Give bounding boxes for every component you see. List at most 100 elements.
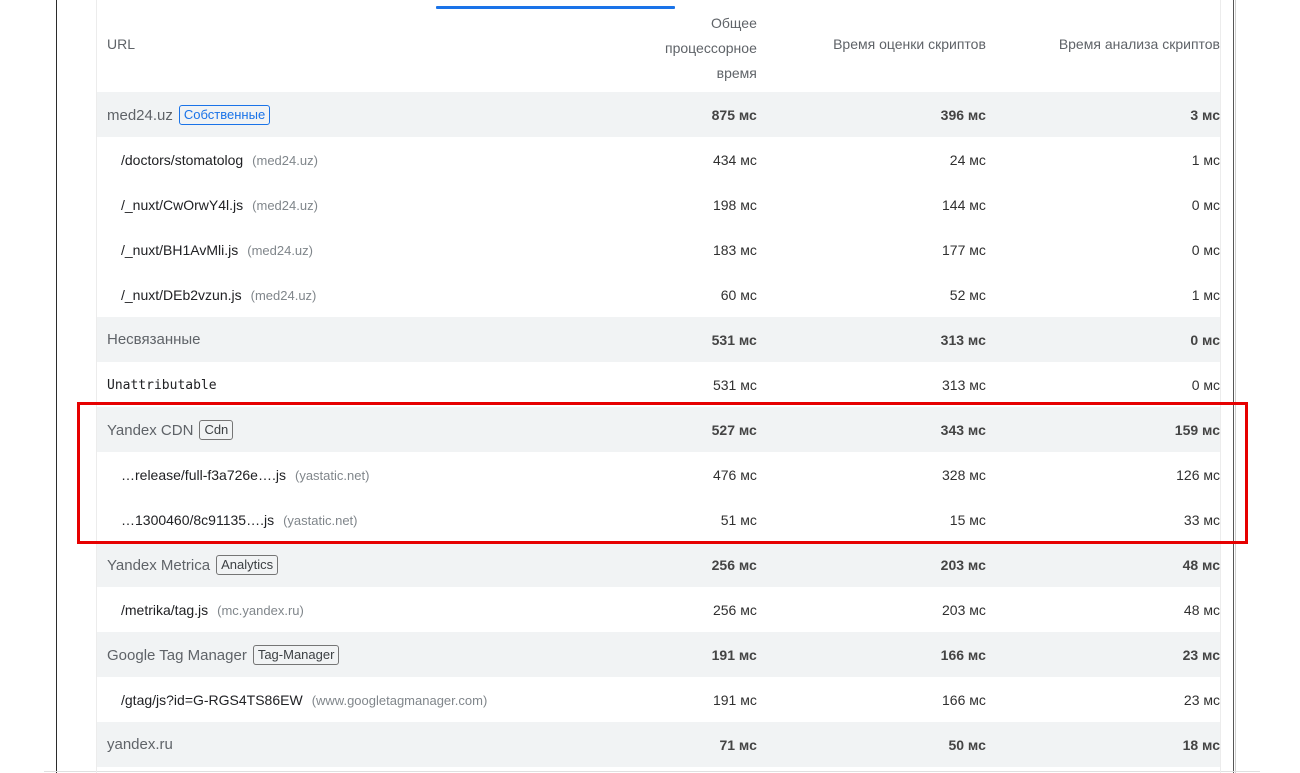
group-name: med24.uz (107, 106, 173, 124)
total-cpu-time-cell: 71 мс (636, 722, 757, 767)
script-evaluation-cell: 177 мс (756, 227, 986, 272)
resource-path[interactable]: /doctors/stomatolog (121, 152, 243, 168)
resource-host: (www.googletagmanager.com) (311, 692, 488, 708)
column-header-url: URL (107, 36, 136, 52)
total-cpu-time-cell: 256 мс (636, 587, 757, 632)
script-parse-cell: 0 мс (985, 362, 1220, 407)
total-cpu-time-cell: 476 мс (636, 452, 757, 497)
table-body: med24.uz Собственные 875 мс 396 мс 3 мс /… (97, 92, 1220, 767)
column-header-script-parse: Время анализа скриптов (1058, 36, 1220, 52)
resource-host: (yastatic.net) (294, 467, 370, 483)
resource-path[interactable]: /_nuxt/CwOrwY4l.js (121, 197, 243, 213)
resource-path[interactable]: …1300460/8c91135….js (121, 512, 274, 528)
entity-group-row: Yandex CDN Cdn 527 мс 343 мс 159 мс (97, 407, 1220, 452)
script-evaluation-cell: 166 мс (756, 677, 986, 722)
script-evaluation-cell: 24 мс (756, 137, 986, 182)
group-name: Yandex Metrica (107, 556, 211, 574)
column-header-total-cpu-line2: процессорное (665, 39, 757, 56)
total-cpu-time-cell: 531 мс (636, 317, 757, 362)
entity-category-badge: Tag-Manager (252, 644, 340, 665)
script-evaluation-cell: 203 мс (756, 542, 986, 587)
script-evaluation-cell: 15 мс (756, 497, 986, 542)
entity-group-row: med24.uz Собственные 875 мс 396 мс 3 мс (97, 92, 1220, 137)
total-cpu-time-cell: 875 мс (636, 92, 757, 137)
table-header-row: URL Общее процессорное время Время оценк… (97, 0, 1220, 92)
script-parse-cell: 23 мс (985, 632, 1220, 677)
window-frame-right (1233, 0, 1234, 773)
script-parse-cell: 18 мс (985, 722, 1220, 767)
total-cpu-time-cell: 256 мс (636, 542, 757, 587)
total-cpu-time-cell: 60 мс (636, 272, 757, 317)
entity-group-row: Несвязанные 531 мс 313 мс 0 мс (97, 317, 1220, 362)
script-parse-cell: 23 мс (985, 677, 1220, 722)
script-parse-cell: 48 мс (985, 542, 1220, 587)
total-cpu-time-cell: 434 мс (636, 137, 757, 182)
group-name: Yandex CDN (107, 421, 194, 439)
column-header-total-cpu-line1: Общее (711, 14, 757, 31)
url-cell: /metrika/tag.js (mc.yandex.ru) (97, 587, 637, 632)
resource-path[interactable]: /_nuxt/DEb2vzun.js (121, 287, 242, 303)
script-evaluation-cell: 52 мс (756, 272, 986, 317)
group-name: Несвязанные (107, 331, 201, 348)
script-parse-cell: 1 мс (985, 272, 1220, 317)
window-frame-left (56, 0, 57, 773)
resource-row: /_nuxt/BH1AvMli.js (med24.uz) 183 мс 177 … (97, 227, 1220, 272)
url-cell: …release/full-f3a726e….js (yastatic.net) (97, 452, 637, 497)
script-evaluation-cell: 313 мс (756, 317, 986, 362)
resource-row: /metrika/tag.js (mc.yandex.ru) 256 мс 203… (97, 587, 1220, 632)
script-parse-cell: 3 мс (985, 92, 1220, 137)
column-header-total-cpu-line3: время (716, 64, 757, 81)
url-cell: /_nuxt/BH1AvMli.js (med24.uz) (97, 227, 637, 272)
resource-row: …1300460/8c91135….js (yastatic.net) 51 мс… (97, 497, 1220, 542)
script-parse-cell: 0 мс (985, 227, 1220, 272)
group-name: Google Tag Manager (107, 646, 247, 664)
url-cell: Google Tag Manager Tag-Manager (97, 632, 637, 677)
resource-host: (mc.yandex.ru) (217, 602, 304, 618)
group-name: yandex.ru (107, 736, 173, 753)
resource-host: (med24.uz) (247, 242, 313, 258)
script-evaluation-cell: 144 мс (756, 182, 986, 227)
resource-path[interactable]: /metrika/tag.js (121, 602, 208, 618)
resource-row: /doctors/stomatolog (med24.uz) 434 мс 24 … (97, 137, 1220, 182)
script-parse-cell: 126 мс (985, 452, 1220, 497)
resource-row: …release/full-f3a726e….js (yastatic.net) … (97, 452, 1220, 497)
entity-group-row: Yandex Metrica Analytics 256 мс 203 мс 48… (97, 542, 1220, 587)
column-header-total-cpu: Общее процессорное время (637, 0, 757, 92)
column-header-script-evaluation: Время оценки скриптов (833, 36, 986, 52)
resource-row: /_nuxt/DEb2vzun.js (med24.uz) 60 мс 52 мс… (97, 272, 1220, 317)
total-cpu-time-cell: 183 мс (636, 227, 757, 272)
entity-category-badge: Analytics (216, 554, 279, 575)
script-parse-cell: 33 мс (985, 497, 1220, 542)
third-party-cpu-table: URL Общее процессорное время Время оценк… (97, 0, 1220, 767)
resource-path[interactable]: /gtag/js?id=G-RGS4TS86EW (121, 692, 303, 708)
total-cpu-time-cell: 527 мс (636, 407, 757, 452)
resource-path[interactable]: /_nuxt/BH1AvMli.js (121, 242, 238, 258)
total-cpu-time-cell: 51 мс (636, 497, 757, 542)
resource-path[interactable]: Unattributable (107, 378, 217, 393)
url-cell: /_nuxt/DEb2vzun.js (med24.uz) (97, 272, 637, 317)
url-cell: …1300460/8c91135….js (yastatic.net) (97, 497, 637, 542)
script-parse-cell: 1 мс (985, 137, 1220, 182)
resource-host: (yastatic.net) (283, 512, 358, 528)
entity-group-row: Google Tag Manager Tag-Manager 191 мс 166… (97, 632, 1220, 677)
resource-row: /_nuxt/CwOrwY4l.js (med24.uz) 198 мс 144 … (97, 182, 1220, 227)
resource-path[interactable]: …release/full-f3a726e….js (121, 467, 286, 483)
script-parse-cell: 0 мс (985, 182, 1220, 227)
total-cpu-time-cell: 531 мс (636, 362, 757, 407)
url-cell: Несвязанные (97, 317, 637, 362)
panel-edge-right (1220, 0, 1221, 773)
entity-category-badge: Cdn (199, 419, 234, 440)
resource-row: Unattributable 531 мс 313 мс 0 мс (97, 362, 1220, 407)
entity-group-row: yandex.ru 71 мс 50 мс 18 мс (97, 722, 1220, 767)
window-frame-bottom (44, 771, 1260, 772)
resource-host: (med24.uz) (252, 197, 318, 213)
url-cell: Yandex Metrica Analytics (97, 542, 637, 587)
resource-host: (med24.uz) (252, 152, 318, 168)
total-cpu-time-cell: 191 мс (636, 632, 757, 677)
script-evaluation-cell: 50 мс (756, 722, 986, 767)
url-cell: /gtag/js?id=G-RGS4TS86EW (www.googletagma… (97, 677, 637, 722)
url-cell: /doctors/stomatolog (med24.uz) (97, 137, 637, 182)
url-cell: med24.uz Собственные (97, 92, 637, 137)
script-parse-cell: 0 мс (985, 317, 1220, 362)
resource-host: (med24.uz) (250, 287, 317, 303)
